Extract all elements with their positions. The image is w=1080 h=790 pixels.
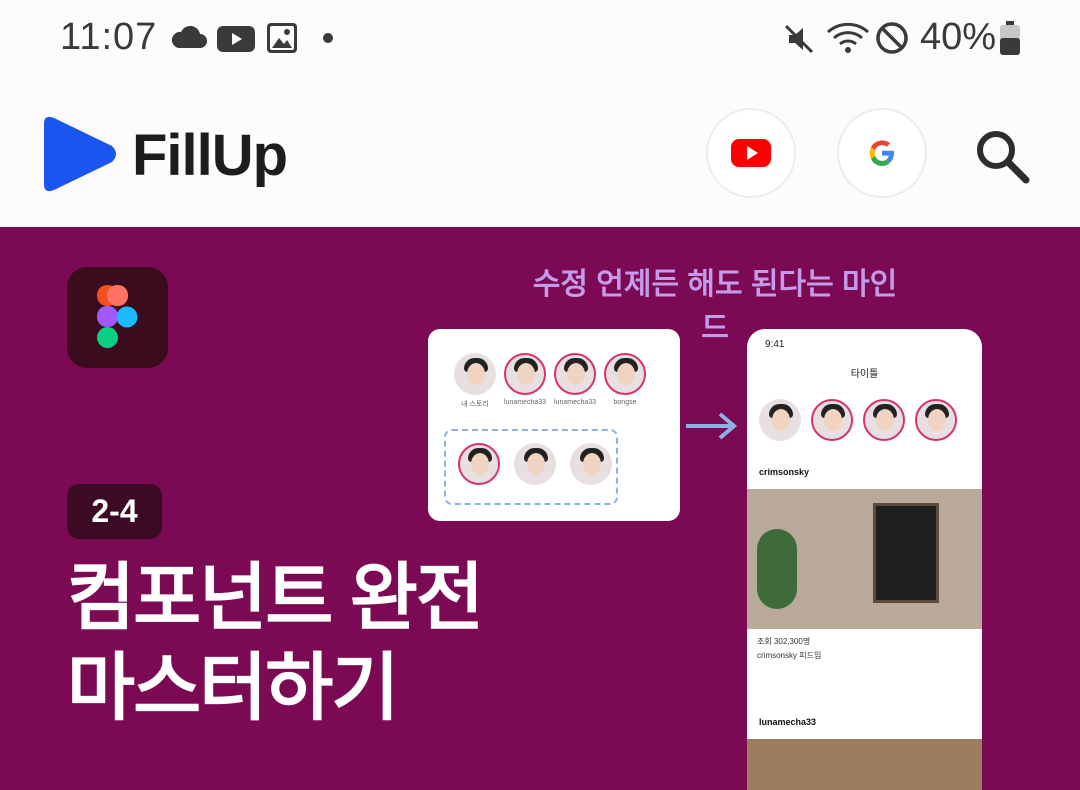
- component-card-illustration: 내 스토리 lunamecha33 lunamecha33 bongse: [428, 329, 680, 521]
- component-selection-box: [444, 429, 618, 505]
- battery-icon: [1000, 21, 1020, 55]
- banner-headline: 컴포넌트 완전 마스터하기: [67, 553, 484, 733]
- youtube-button[interactable]: [706, 108, 796, 198]
- youtube-status-icon: [217, 26, 255, 52]
- phone-mockup: 9:41 타이틀 crimsonsky 조회 302,300명 crimsons…: [747, 329, 982, 790]
- arrow-right-icon: [686, 412, 738, 440]
- battery-percent: 40%: [920, 16, 997, 58]
- fillup-logo-icon[interactable]: [38, 114, 120, 194]
- phone-time: 9:41: [765, 339, 785, 350]
- youtube-icon: [731, 139, 771, 167]
- post2-username: lunamecha33: [759, 717, 817, 727]
- story-avatar: 내 스토리: [454, 353, 496, 409]
- story-avatar: lunamecha33: [504, 353, 546, 409]
- post-username: crimsonsky: [759, 467, 810, 477]
- search-icon[interactable]: [972, 126, 1032, 186]
- post-photo: [747, 489, 982, 629]
- figma-logo-icon: [67, 267, 168, 368]
- app-header: FillUp: [0, 80, 1080, 227]
- story-avatar: bongse: [604, 353, 646, 409]
- dot-icon: [323, 33, 333, 43]
- story-avatar: lunamecha33: [554, 353, 596, 409]
- wifi-icon: [827, 22, 869, 53]
- headline-line-1: 컴포넌트 완전: [67, 556, 484, 639]
- cloud-icon: [171, 26, 207, 48]
- phone-title: 타이틀: [850, 369, 879, 380]
- post-meta: 조회 302,300명 crimsonsky 피드입: [757, 637, 822, 660]
- story-avatar-row: 내 스토리 lunamecha33 lunamecha33 bongse: [454, 353, 646, 409]
- do-not-disturb-icon: [876, 22, 908, 54]
- google-button[interactable]: [837, 108, 927, 198]
- post2-photo: [747, 739, 982, 790]
- course-banner[interactable]: 수정 언제든 해도 된다는 마인드 2-4 컴포넌트 완전 마스터하기 내 스토…: [0, 227, 1080, 790]
- headline-line-2: 마스터하기: [67, 646, 399, 729]
- google-icon: [869, 140, 894, 166]
- gallery-icon: [267, 23, 297, 53]
- phone-stories: [759, 399, 957, 441]
- mute-icon: [784, 24, 814, 54]
- lesson-badge: 2-4: [67, 484, 162, 539]
- brand-name[interactable]: FillUp: [132, 122, 288, 189]
- status-time: 11:07: [60, 16, 158, 58]
- status-bar: 11:07 40%: [0, 0, 1080, 80]
